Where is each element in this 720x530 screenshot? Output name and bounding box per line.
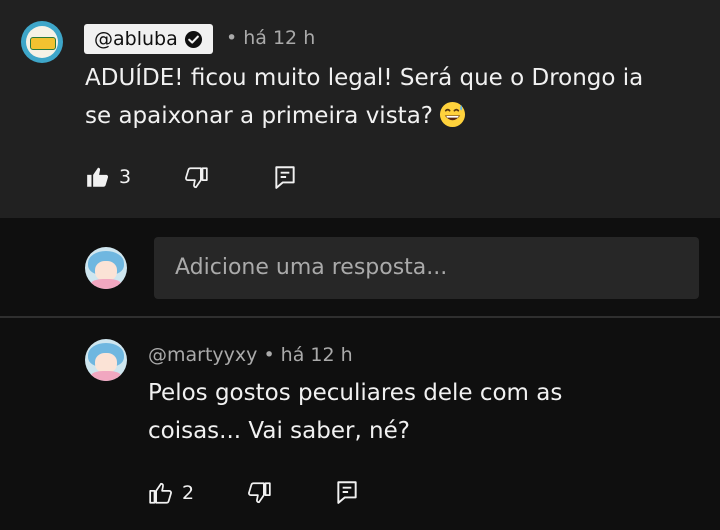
- avatar-clothing: [91, 371, 121, 381]
- verified-check-icon: [184, 30, 202, 48]
- avatar-face: [95, 261, 117, 281]
- reply-text: Pelos gostos peculiares dele com as cois…: [148, 374, 562, 450]
- top-comment: @abluba • há 12 h ADUÍDE! ficou muito le…: [0, 0, 720, 218]
- comment-time: • há 12 h: [226, 27, 316, 49]
- reply-like-count: 2: [182, 482, 195, 504]
- thumbs-up-icon[interactable]: [148, 480, 174, 506]
- comment-text-line2: se apaixonar a primeira vista?: [85, 97, 643, 135]
- reply-comment-icon[interactable]: [334, 479, 360, 505]
- current-user-avatar: [85, 247, 127, 289]
- comment-text-line2-text: se apaixonar a primeira vista?: [85, 103, 433, 129]
- thumbs-down-icon[interactable]: [183, 165, 209, 191]
- reply-text-line2: coisas... Vai saber, né?: [148, 418, 410, 444]
- comment-text-line1: ADUÍDE! ficou muito legal! Será que o Dr…: [85, 65, 644, 91]
- author-name[interactable]: @abluba: [94, 24, 178, 54]
- reply-input-placeholder: Adicione uma resposta...: [175, 255, 448, 280]
- reply-time: • há 12 h: [263, 344, 353, 366]
- avatar-logo: [30, 37, 56, 50]
- avatar-face: [95, 353, 117, 373]
- reply-author-name[interactable]: @martyyxy: [148, 344, 257, 366]
- comment-text: ADUÍDE! ficou muito legal! Será que o Dr…: [85, 59, 643, 135]
- avatar-clothing: [91, 279, 121, 289]
- reply-text-line1: Pelos gostos peculiares dele com as: [148, 380, 563, 406]
- abluba-avatar[interactable]: [21, 21, 63, 63]
- like-count: 3: [119, 166, 132, 188]
- author-chip[interactable]: @abluba: [84, 24, 213, 54]
- divider: [0, 316, 720, 318]
- grinning-sweat-emoji-icon: [439, 101, 466, 128]
- reply-comment-icon[interactable]: [272, 164, 298, 190]
- thumbs-up-icon[interactable]: [85, 164, 111, 190]
- reply-like-action: 2: [148, 480, 194, 506]
- like-action: 3: [85, 164, 131, 190]
- martyyxy-avatar[interactable]: [85, 339, 127, 381]
- reply-author-line: @martyyxy • há 12 h: [148, 344, 353, 366]
- thumbs-down-icon[interactable]: [246, 480, 272, 506]
- reply-input[interactable]: Adicione uma resposta...: [154, 237, 699, 299]
